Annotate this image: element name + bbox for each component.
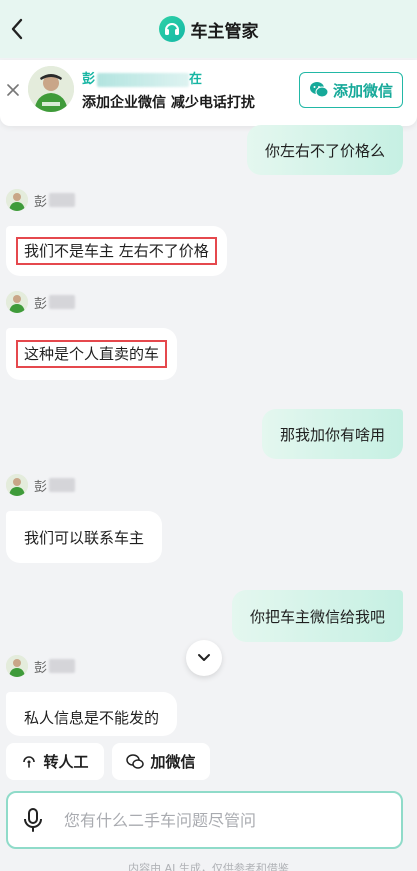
highlighted-text: 这种是个人直卖的车 xyxy=(16,340,168,368)
message-bubble-outgoing: 那我加你有啥用 xyxy=(261,409,403,459)
scroll-to-bottom-button[interactable] xyxy=(186,640,222,676)
add-wechat-button[interactable]: 添加微信 xyxy=(299,72,403,108)
agent-name: 彭在 xyxy=(82,72,203,87)
chevron-down-icon xyxy=(198,654,210,661)
message-bubble-outgoing: 你把车主微信给我吧 xyxy=(231,590,403,642)
page-title-group: 车主管家 xyxy=(0,14,417,44)
banner-close-button[interactable] xyxy=(4,80,22,100)
agent-avatar xyxy=(28,66,74,112)
close-icon xyxy=(7,84,19,96)
avatar xyxy=(6,655,28,677)
avatar xyxy=(6,291,28,313)
add-wechat-banner: 彭在 添加企业微信 减少电话打扰 添加微信 xyxy=(0,60,417,126)
message-bubble-incoming: 我们不是车主 左右不了价格 xyxy=(6,226,227,276)
ai-disclaimer: 内容由 AI 生成，仅供参考和借鉴 xyxy=(128,862,289,871)
message-sender: 彭 xyxy=(6,291,76,313)
transfer-to-human-button[interactable]: 转人工 xyxy=(6,743,104,780)
banner-subtitle: 添加企业微信 减少电话打扰 xyxy=(82,95,255,111)
add-wechat-quick-button[interactable]: 加微信 xyxy=(112,743,210,780)
voice-input-button[interactable] xyxy=(8,793,58,847)
top-bar: 车主管家 xyxy=(0,0,417,58)
headset-icon xyxy=(158,16,185,42)
chat-input[interactable] xyxy=(58,793,401,847)
microphone-icon xyxy=(24,808,42,832)
avatar xyxy=(6,189,28,211)
wechat-icon xyxy=(126,753,145,769)
avatar xyxy=(6,474,28,496)
page-title: 车主管家 xyxy=(190,21,259,42)
message-bubble-incoming: 这种是个人直卖的车 xyxy=(6,328,178,380)
chat-input-bar xyxy=(6,791,403,849)
message-bubble-incoming: 我们可以联系车主 xyxy=(6,511,163,563)
message-sender: 彭 xyxy=(6,655,76,677)
message-bubble-incoming: 私人信息是不能发的 xyxy=(6,692,178,736)
agent-icon xyxy=(23,755,36,768)
wechat-icon xyxy=(309,82,329,98)
message-sender: 彭 xyxy=(6,189,76,211)
message-sender: 彭 xyxy=(6,474,76,496)
highlighted-text: 我们不是车主 左右不了价格 xyxy=(16,237,217,265)
message-bubble-outgoing: 你左右不了价格么 xyxy=(246,125,403,175)
